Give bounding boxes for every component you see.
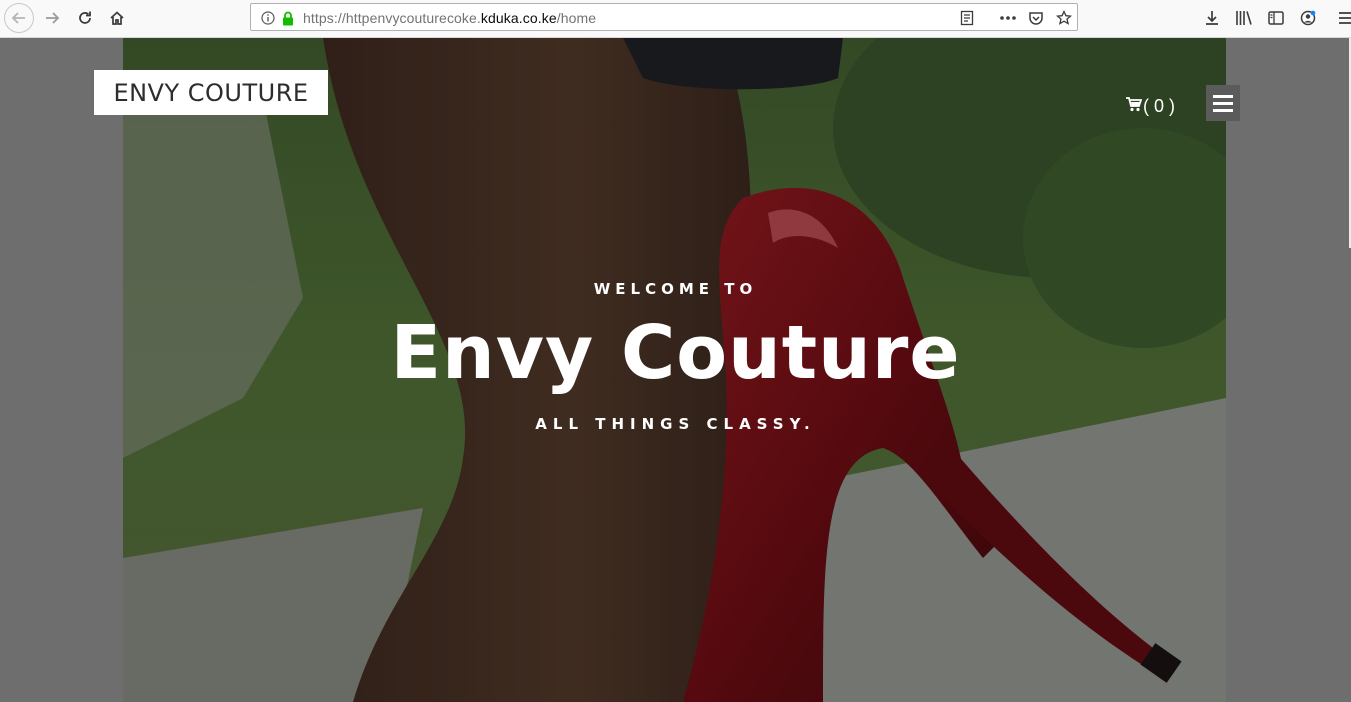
downloads-button[interactable] <box>1197 3 1227 33</box>
logo-text: ENVY COUTURE <box>113 78 309 107</box>
hamburger-menu-button[interactable] <box>1206 85 1240 121</box>
cart-count: ( 0 ) <box>1143 96 1176 116</box>
home-button[interactable] <box>102 3 132 33</box>
cart-icon <box>1125 97 1143 116</box>
browser-toolbar: https://httpenvycouturecoke.kduka.co.ke/… <box>0 0 1351 38</box>
back-button[interactable] <box>4 3 34 33</box>
account-icon <box>1300 10 1316 26</box>
sidebar-icon <box>1268 11 1284 25</box>
hero-title: Envy Couture <box>390 310 961 396</box>
app-menu-icon <box>1338 11 1351 25</box>
reader-view-icon[interactable] <box>958 9 976 27</box>
reload-icon <box>77 10 93 26</box>
info-icon[interactable] <box>259 9 277 27</box>
hero-tagline: ALL THINGS CLASSY. <box>535 415 816 433</box>
lock-icon[interactable] <box>279 9 297 27</box>
url-bar[interactable]: https://httpenvycouturecoke.kduka.co.ke/… <box>250 3 1078 31</box>
pocket-icon[interactable] <box>1027 9 1045 27</box>
forward-arrow-icon <box>44 10 60 26</box>
hero-welcome-text: WELCOME TO <box>593 280 758 298</box>
app-menu-button[interactable] <box>1331 3 1351 33</box>
star-icon[interactable] <box>1055 9 1073 27</box>
site-logo[interactable]: ENVY COUTURE <box>94 70 328 115</box>
sidebar-button[interactable] <box>1261 3 1291 33</box>
forward-button[interactable] <box>37 3 67 33</box>
more-icon[interactable] <box>999 9 1017 27</box>
home-icon <box>109 10 125 26</box>
url-path: /home <box>556 10 597 26</box>
back-arrow-icon <box>11 10 27 26</box>
account-button[interactable] <box>1293 3 1323 33</box>
cart-button[interactable]: ( 0 ) <box>1125 96 1175 117</box>
page-viewport: ENVY COUTURE ( 0 ) WELCOME TO Envy Coutu… <box>0 38 1351 702</box>
download-icon <box>1204 10 1220 26</box>
url-prefix: https://httpenvycouturecoke. <box>303 10 481 26</box>
hamburger-icon <box>1213 94 1233 112</box>
url-text[interactable]: https://httpenvycouturecoke.kduka.co.ke/… <box>303 10 596 26</box>
library-button[interactable] <box>1229 3 1259 33</box>
url-domain: kduka.co.ke <box>480 10 557 26</box>
library-icon <box>1235 10 1253 26</box>
reload-button[interactable] <box>70 3 100 33</box>
